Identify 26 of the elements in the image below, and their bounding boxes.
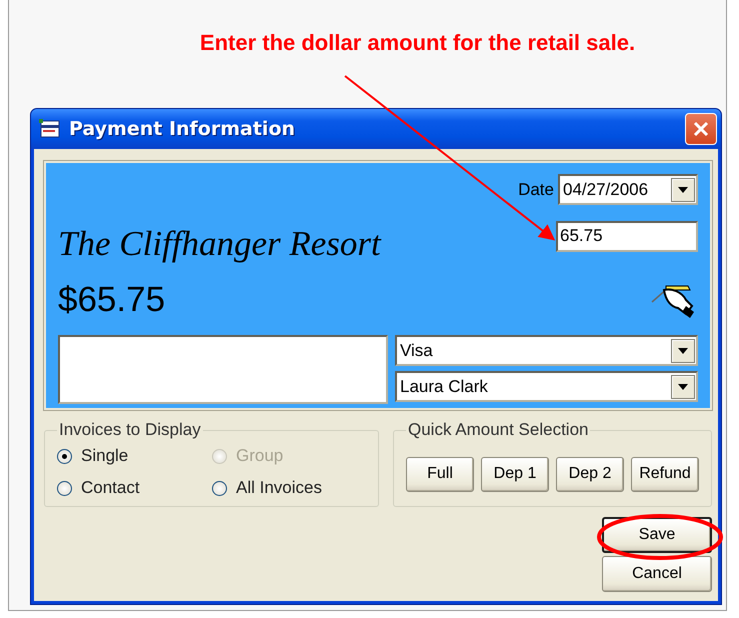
date-dropdown[interactable]: 04/27/2006	[558, 174, 698, 205]
radio-label[interactable]: Single	[81, 446, 128, 466]
radio-label[interactable]: Contact	[81, 478, 140, 498]
quick-amount-button[interactable]: Dep 1	[481, 456, 549, 492]
radio-button[interactable]	[57, 448, 72, 464]
radio-button[interactable]	[57, 480, 72, 496]
radio-button[interactable]	[212, 480, 227, 496]
quick-amount-button[interactable]: Refund	[631, 456, 699, 492]
group-title: Invoices to Display	[58, 420, 202, 440]
quick-amount-button[interactable]: Full	[406, 456, 474, 492]
close-icon[interactable]	[692, 120, 710, 138]
payer-dropdown[interactable]: Laura Clark	[395, 371, 698, 402]
amount-field[interactable]: 65.75	[556, 221, 698, 252]
date-label: Date	[518, 180, 554, 200]
annotation-text: Enter the dollar amount for the retail sale.	[200, 30, 636, 55]
group-title: Quick Amount Selection	[407, 420, 590, 440]
cancel-button[interactable]: Cancel	[602, 556, 712, 592]
business-name: The Cliffhanger Resort	[58, 224, 382, 264]
close-button[interactable]	[685, 113, 717, 145]
quick-amount-button[interactable]: Dep 2	[556, 456, 624, 492]
total-amount: $65.75	[58, 280, 166, 320]
card-icon	[39, 119, 61, 139]
radio-label[interactable]: All Invoices	[236, 478, 322, 498]
memo-field[interactable]	[58, 335, 388, 404]
payment-method-dropdown[interactable]: Visa	[395, 335, 698, 366]
window-title: Payment Information	[69, 118, 296, 140]
